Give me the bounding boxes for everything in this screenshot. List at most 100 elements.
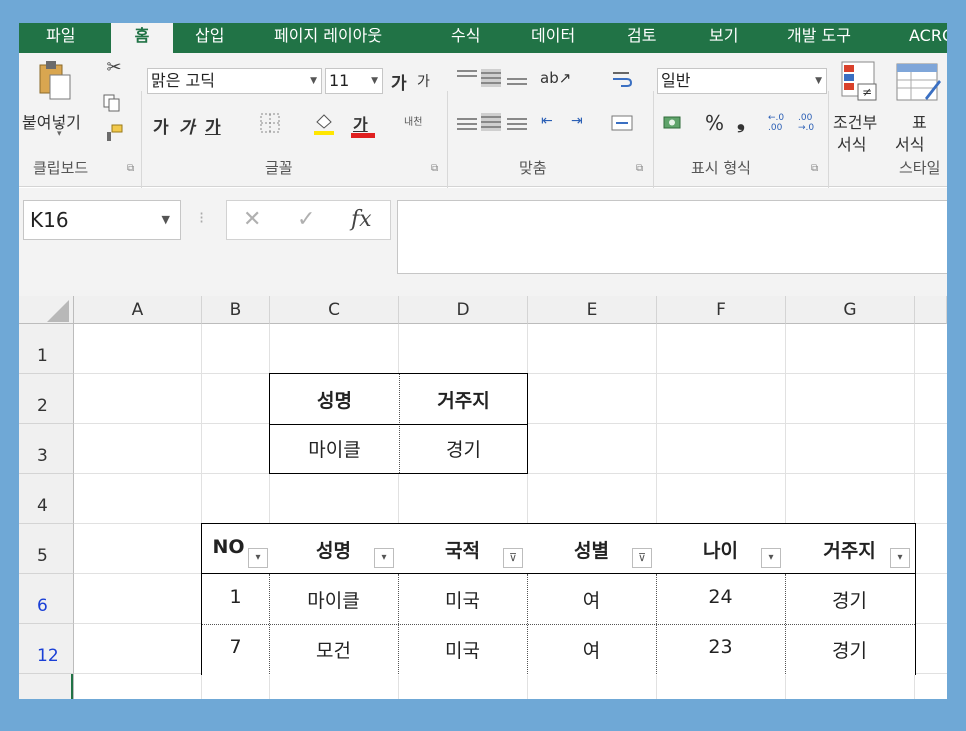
- tab-acrobat[interactable]: ACRO: [909, 23, 947, 53]
- filter-applied-icon[interactable]: ⊽: [632, 548, 652, 568]
- formula-input[interactable]: [397, 200, 947, 274]
- percent-style-button[interactable]: %: [705, 111, 724, 135]
- paste-button[interactable]: 붙여넣기: [22, 109, 81, 133]
- column-header-g[interactable]: G: [786, 296, 915, 324]
- tab-insert[interactable]: 삽입: [195, 23, 224, 53]
- bold-button[interactable]: 가: [153, 113, 169, 138]
- table-cell[interactable]: 여: [527, 636, 656, 663]
- dialog-launcher-icon[interactable]: ⧉: [636, 163, 643, 174]
- column-header-h[interactable]: [915, 296, 947, 324]
- table-cell[interactable]: 미국: [398, 636, 527, 663]
- format-as-table-icon[interactable]: [895, 59, 941, 105]
- row-header-3[interactable]: 3: [19, 424, 74, 474]
- align-left-icon[interactable]: [457, 115, 477, 133]
- criteria-value-name[interactable]: 마이클: [270, 435, 399, 462]
- column-header-a[interactable]: A: [74, 296, 202, 324]
- cut-icon[interactable]: ✂: [103, 57, 125, 78]
- table-cell[interactable]: 마이클: [269, 586, 398, 613]
- dialog-launcher-icon[interactable]: ⧉: [811, 163, 818, 174]
- paste-dropdown-chevron-icon[interactable]: ▾: [57, 129, 62, 139]
- row-header-6[interactable]: 6: [19, 574, 74, 624]
- conditional-formatting-button[interactable]: 조건부: [833, 109, 877, 133]
- decrease-decimal-icon[interactable]: .00 →.0: [798, 113, 814, 133]
- row-header-1[interactable]: 1: [19, 324, 74, 374]
- enter-icon[interactable]: ✓: [297, 207, 315, 232]
- tab-developer[interactable]: 개발 도구: [787, 23, 851, 53]
- conditional-formatting-icon[interactable]: ≠: [839, 59, 881, 105]
- filter-dropdown-icon[interactable]: ▾: [248, 548, 268, 568]
- increase-indent-icon[interactable]: ⇥: [571, 113, 583, 129]
- decrease-indent-icon[interactable]: ⇤: [541, 113, 553, 129]
- column-header-d[interactable]: D: [399, 296, 528, 324]
- filter-dropdown-icon[interactable]: ▾: [761, 548, 781, 568]
- accounting-format-icon[interactable]: [661, 111, 685, 135]
- tab-data[interactable]: 데이터: [531, 23, 575, 53]
- font-size-select[interactable]: 11 ▼: [325, 68, 383, 94]
- shrink-font-button[interactable]: 가: [417, 71, 430, 91]
- underline-button[interactable]: 가: [205, 113, 221, 138]
- font-name-select[interactable]: 맑은 고딕 ▼: [147, 68, 322, 94]
- tab-review[interactable]: 검토: [627, 23, 656, 53]
- align-right-icon[interactable]: [507, 115, 527, 133]
- insert-function-icon[interactable]: fx: [351, 207, 372, 232]
- row-header-5[interactable]: 5: [19, 524, 74, 574]
- column-header-e[interactable]: E: [528, 296, 657, 324]
- italic-button[interactable]: 가: [179, 113, 195, 138]
- merge-center-icon[interactable]: [610, 111, 634, 135]
- format-as-table-button[interactable]: 표: [912, 109, 927, 133]
- number-format-select[interactable]: 일반 ▼: [657, 68, 827, 94]
- wrap-text-icon[interactable]: [610, 67, 634, 91]
- tab-formulas[interactable]: 수식: [451, 23, 480, 53]
- name-box[interactable]: K16 ▼: [23, 200, 181, 240]
- comma-style-button[interactable]: ❟: [737, 109, 745, 133]
- tab-page-layout[interactable]: 페이지 레이아웃: [274, 23, 382, 53]
- table-cell[interactable]: 7: [202, 636, 269, 658]
- align-bottom-icon[interactable]: [507, 75, 527, 88]
- row-header-partial[interactable]: [19, 674, 74, 699]
- increase-decimal-icon[interactable]: ←.0.00: [768, 113, 784, 133]
- conditional-formatting-button-line2[interactable]: 서식: [837, 131, 866, 155]
- grow-font-button[interactable]: 가: [391, 69, 407, 94]
- align-middle-icon[interactable]: [481, 69, 501, 87]
- column-header-c[interactable]: C: [270, 296, 399, 324]
- dialog-launcher-icon[interactable]: ⧉: [431, 163, 438, 174]
- table-cell[interactable]: 여: [527, 586, 656, 613]
- phonetic-guide-button[interactable]: 내천: [404, 113, 422, 128]
- cancel-icon[interactable]: ✕: [243, 207, 261, 232]
- table-cell[interactable]: 경기: [785, 636, 914, 663]
- borders-icon[interactable]: [258, 111, 282, 135]
- filter-dropdown-icon[interactable]: ▾: [374, 548, 394, 568]
- format-as-table-button-line2[interactable]: 서식: [895, 131, 924, 155]
- filter-applied-icon[interactable]: ⊽: [503, 548, 523, 568]
- table-cell[interactable]: 1: [202, 586, 269, 608]
- format-painter-icon[interactable]: [103, 123, 125, 143]
- table-cell[interactable]: 모건: [269, 636, 398, 663]
- group-label-number: 표시 형식: [691, 159, 751, 177]
- row-header-12[interactable]: 12: [19, 624, 74, 674]
- align-top-icon[interactable]: [457, 67, 477, 80]
- worksheet-grid[interactable]: A B C D E F G 1 2 3 4 5 6 12 성명 거주지 마이클 …: [19, 296, 947, 699]
- paste-icon[interactable]: [37, 59, 73, 101]
- tab-file[interactable]: 파일: [46, 23, 75, 53]
- select-all-corner[interactable]: [19, 296, 74, 324]
- table-cell[interactable]: 미국: [398, 586, 527, 613]
- tab-view[interactable]: 보기: [709, 23, 738, 53]
- copy-icon[interactable]: [101, 93, 123, 113]
- criteria-header-residence[interactable]: 거주지: [399, 386, 528, 413]
- fill-color-icon[interactable]: [311, 109, 337, 137]
- row-header-2[interactable]: 2: [19, 374, 74, 424]
- dialog-launcher-icon[interactable]: ⧉: [127, 163, 134, 174]
- table-cell[interactable]: 23: [656, 636, 785, 658]
- criteria-header-name[interactable]: 성명: [270, 386, 399, 413]
- font-color-button[interactable]: 가: [353, 111, 368, 135]
- row-header-4[interactable]: 4: [19, 474, 74, 524]
- orientation-icon[interactable]: ab↗: [540, 69, 571, 87]
- column-header-f[interactable]: F: [657, 296, 786, 324]
- align-center-icon[interactable]: [481, 113, 501, 131]
- column-header-b[interactable]: B: [202, 296, 270, 324]
- table-cell[interactable]: 24: [656, 586, 785, 608]
- criteria-value-residence[interactable]: 경기: [399, 435, 528, 462]
- tab-home[interactable]: 홈: [111, 23, 173, 55]
- table-cell[interactable]: 경기: [785, 586, 914, 613]
- filter-dropdown-icon[interactable]: ▾: [890, 548, 910, 568]
